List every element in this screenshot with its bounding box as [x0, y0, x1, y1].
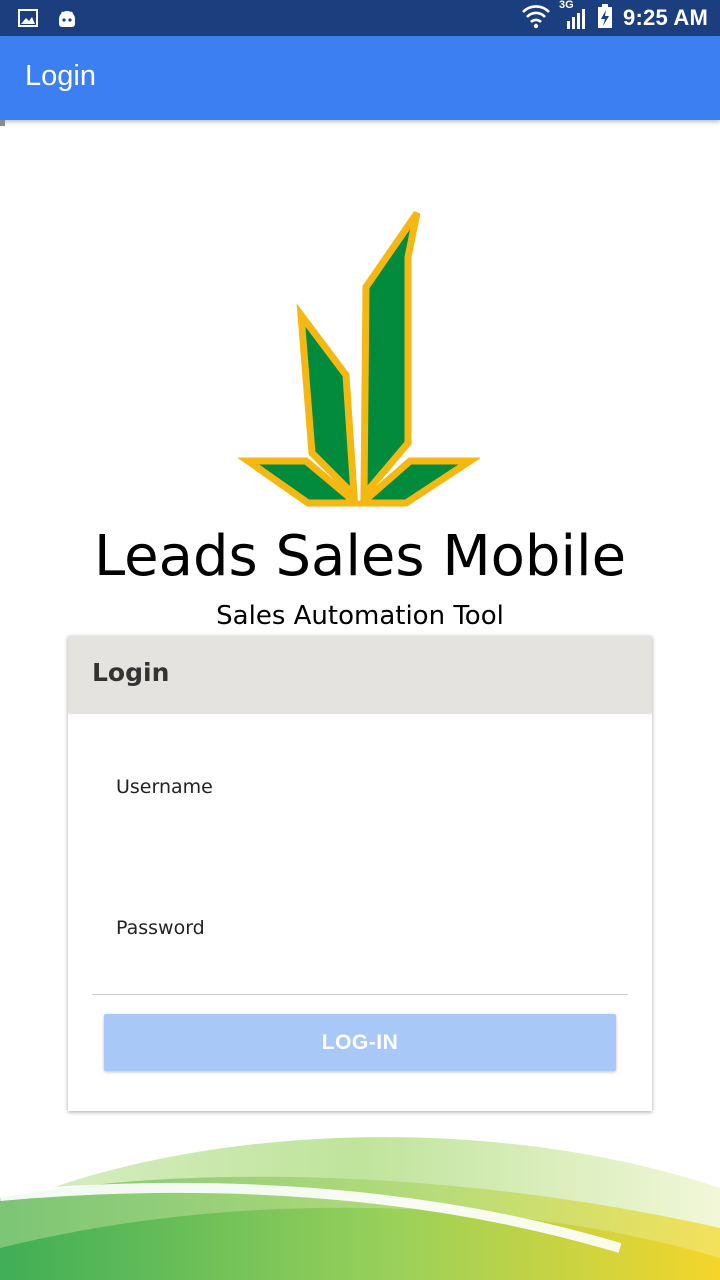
network-type-label: 3G [559, 0, 574, 11]
decorative-waves [0, 1137, 720, 1280]
app-bar: Login [0, 36, 720, 120]
app-bar-title: Login [25, 60, 96, 92]
password-underline [92, 994, 628, 995]
clock: 9:25 AM [623, 5, 708, 30]
app-name: Leads Sales Mobile [93, 524, 627, 589]
wifi-icon [521, 3, 551, 34]
android-icon [56, 7, 78, 34]
edge-marker [0, 120, 5, 126]
login-button[interactable]: LOG-IN [104, 1014, 616, 1071]
app-subtitle: Sales Automation Tool [216, 601, 504, 631]
status-bar: 3G 9:25 AM [0, 0, 720, 36]
image-icon [18, 9, 38, 32]
password-label: Password [116, 917, 205, 939]
company-logo [238, 211, 480, 507]
login-card-title: Login [92, 658, 170, 687]
battery-icon [597, 3, 613, 34]
password-input[interactable] [92, 946, 628, 992]
login-card-header: Login [68, 636, 652, 714]
login-card: Login Username Password LOG-IN [68, 636, 652, 1111]
username-input[interactable] [92, 808, 628, 858]
signal-icon: 3G [559, 0, 587, 36]
username-label: Username [116, 776, 213, 798]
